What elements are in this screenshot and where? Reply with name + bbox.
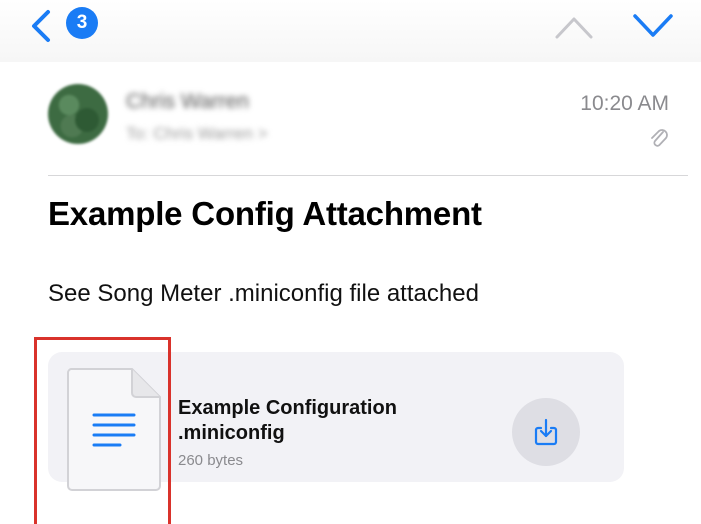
chevron-left-icon[interactable] — [26, 8, 56, 44]
paperclip-icon — [651, 129, 668, 147]
recipient-line[interactable]: To: Chris Warren > — [126, 124, 268, 144]
message-subject: Example Config Attachment — [48, 195, 482, 232]
attachment-name[interactable]: Example Configuration .miniconfig — [178, 396, 397, 446]
sender-name[interactable]: Chris Warren — [126, 90, 249, 114]
header-divider — [48, 175, 688, 176]
unread-count-badge[interactable]: 3 — [66, 7, 98, 39]
message-body: See Song Meter .miniconfig file attached — [48, 280, 479, 307]
attachment-name-line2: .miniconfig — [178, 422, 285, 444]
message-time: 10:20 AM — [580, 92, 669, 115]
chevron-down-icon[interactable] — [632, 12, 674, 40]
download-icon — [534, 418, 558, 446]
avatar[interactable] — [48, 84, 108, 144]
message-toolbar: 3 — [0, 0, 701, 62]
download-button[interactable] — [512, 398, 580, 466]
attachment-size: 260 bytes — [178, 452, 244, 469]
attachment-name-line1: Example Configuration — [178, 397, 397, 419]
annotation-highlight-box — [34, 337, 171, 524]
chevron-up-icon[interactable] — [554, 14, 594, 40]
